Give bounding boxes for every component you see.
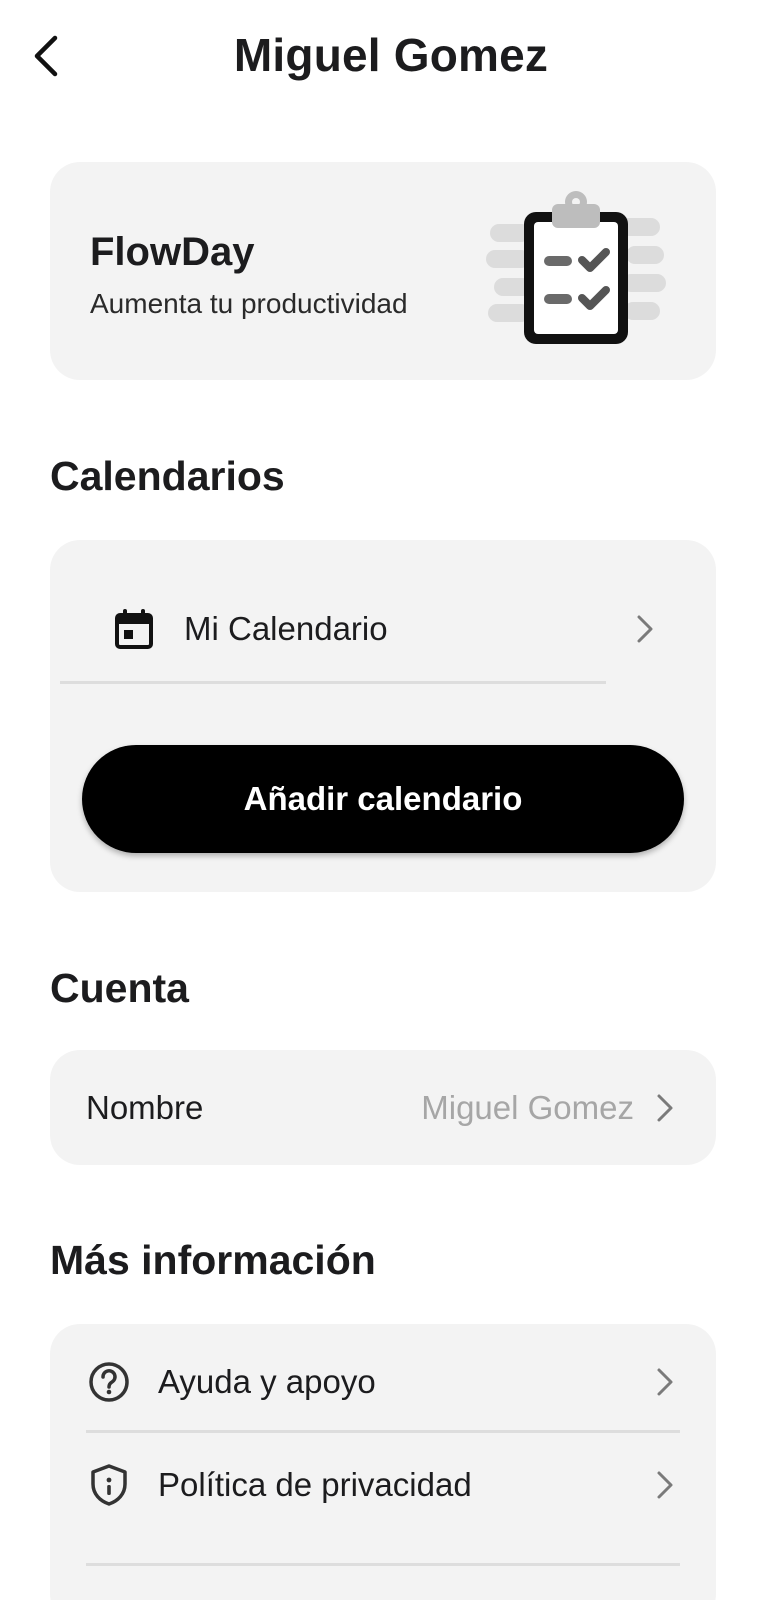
calendar-icon xyxy=(110,605,158,653)
chevron-right-icon xyxy=(654,1468,676,1502)
account-name-value: Miguel Gomez xyxy=(421,1088,634,1126)
calendars-card: Mi Calendario Añadir calendario xyxy=(50,540,716,892)
help-support-row[interactable]: Ayuda y apoyo xyxy=(86,1330,676,1434)
chevron-right-icon xyxy=(654,1091,676,1125)
more-info-section-title: Más información xyxy=(50,1237,376,1283)
help-support-label: Ayuda y apoyo xyxy=(158,1363,376,1400)
help-circle-icon xyxy=(86,1359,132,1405)
promo-app-name: FlowDay xyxy=(90,230,255,274)
shield-icon xyxy=(86,1462,132,1508)
header: Miguel Gomez xyxy=(0,0,782,112)
privacy-policy-row[interactable]: Política de privacidad xyxy=(86,1433,676,1537)
divider xyxy=(86,1563,680,1566)
privacy-policy-label: Política de privacidad xyxy=(158,1466,472,1503)
promo-card[interactable]: FlowDay Aumenta tu productividad xyxy=(50,162,716,380)
calendars-section-title: Calendarios xyxy=(50,453,285,499)
settings-screen: Miguel Gomez FlowDay Aumenta tu producti… xyxy=(0,0,782,1600)
account-name-row[interactable]: Nombre Miguel Gomez xyxy=(86,1050,676,1165)
chevron-right-icon xyxy=(634,612,656,646)
account-name-label: Nombre xyxy=(86,1088,204,1126)
calendar-item-label: Mi Calendario xyxy=(184,610,388,647)
account-section-title: Cuenta xyxy=(50,965,189,1011)
clipboard-checklist-icon xyxy=(486,191,666,344)
more-info-card: Ayuda y apoyo Política de privacidad xyxy=(50,1324,716,1600)
divider xyxy=(60,681,606,684)
page-title: Miguel Gomez xyxy=(233,29,549,81)
account-card: Nombre Miguel Gomez xyxy=(50,1050,716,1165)
calendar-item-mi-calendario[interactable]: Mi Calendario xyxy=(110,592,656,666)
promo-tagline: Aumenta tu productividad xyxy=(90,288,408,319)
chevron-right-icon xyxy=(654,1365,676,1399)
add-calendar-button[interactable]: Añadir calendario xyxy=(82,745,684,853)
